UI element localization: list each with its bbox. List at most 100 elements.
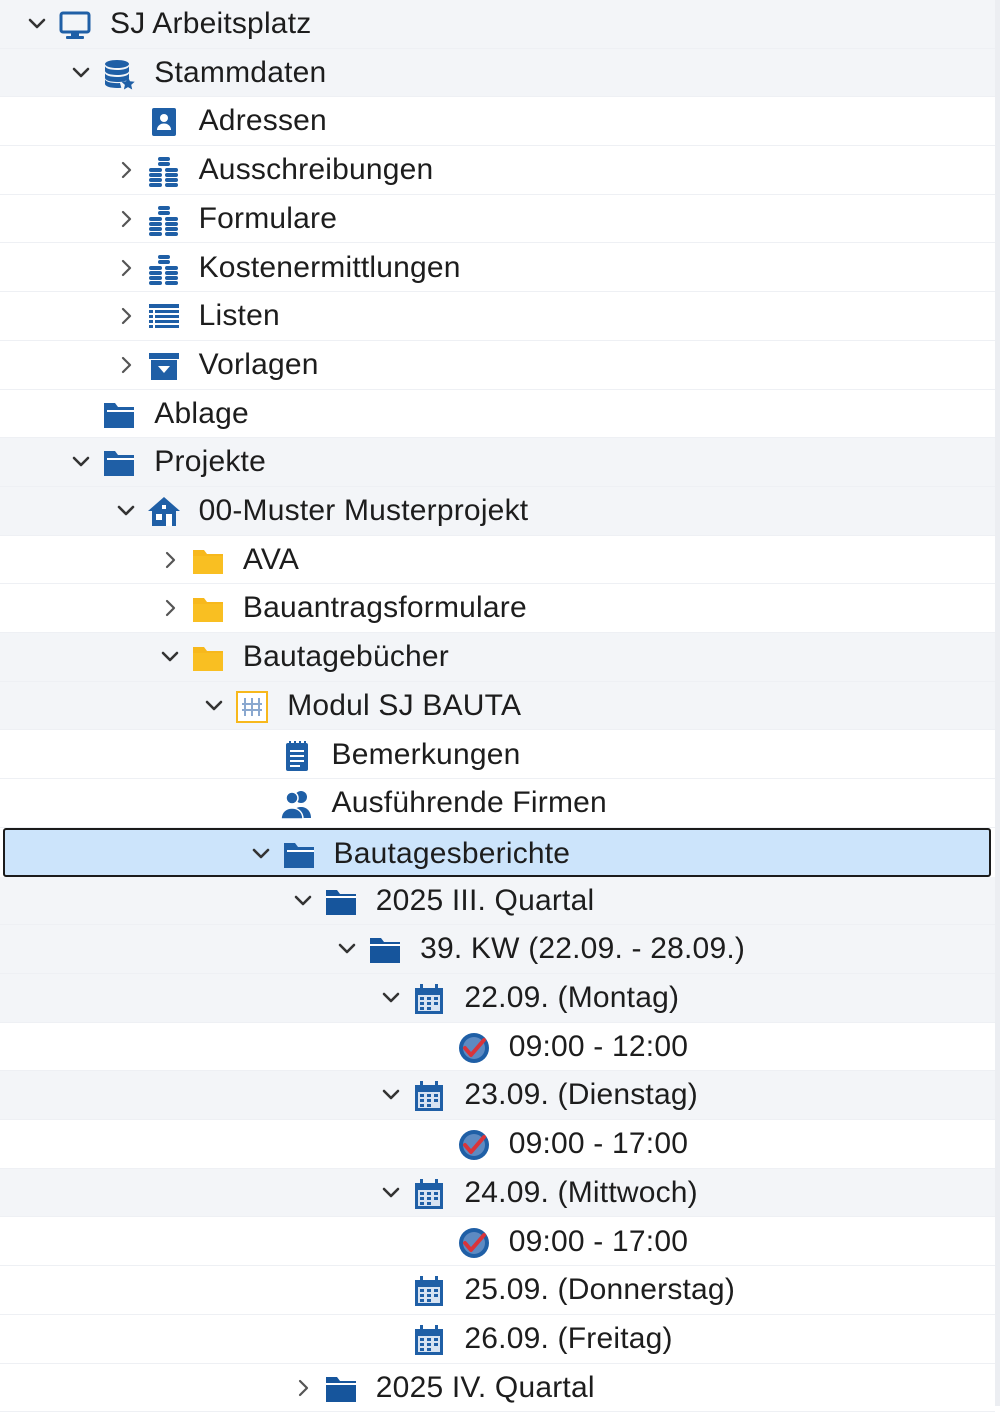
tree-row[interactable]: Ablage bbox=[0, 390, 995, 439]
calendar-icon bbox=[412, 1274, 446, 1308]
address-book-icon bbox=[147, 105, 181, 139]
database-icon bbox=[102, 57, 136, 91]
tree-item-label: Listen bbox=[198, 299, 280, 333]
tree-item-label: Ausschreibungen bbox=[198, 153, 434, 187]
tree-item-label: 26.09. (Freitag) bbox=[464, 1321, 673, 1355]
tree-item-label: 25.09. (Donnerstag) bbox=[464, 1273, 736, 1307]
chevron-down-icon[interactable] bbox=[68, 448, 94, 476]
chevron-right-icon[interactable] bbox=[157, 594, 183, 622]
tree-item-label: Bemerkungen bbox=[331, 737, 521, 771]
template-box-icon bbox=[147, 349, 181, 383]
check-clock-icon bbox=[457, 1226, 491, 1260]
folder-yellow-icon bbox=[191, 544, 225, 578]
tree-row[interactable]: Listen bbox=[0, 292, 995, 341]
notes-icon bbox=[280, 739, 314, 773]
tree-row[interactable]: 25.09. (Donnerstag) bbox=[0, 1266, 995, 1315]
tree-row[interactable]: 09:00 - 17:00 bbox=[0, 1120, 995, 1169]
tree-row[interactable]: Ausführende Firmen bbox=[0, 779, 995, 828]
tree-item-label: Vorlagen bbox=[198, 347, 319, 381]
folder-dark-icon bbox=[324, 885, 358, 919]
tree-item-label: Ablage bbox=[154, 396, 249, 430]
tree-item-label: SJ Arbeitsplatz bbox=[110, 7, 312, 40]
list-icon bbox=[147, 300, 181, 334]
tree-row[interactable]: Modul SJ BAUTA bbox=[0, 681, 995, 731]
chevron-down-icon[interactable] bbox=[24, 10, 50, 38]
coin-stack-icon bbox=[147, 154, 181, 188]
tree-item-label: Bautagesberichte bbox=[333, 836, 571, 870]
tree-row[interactable]: Kostenermittlungen bbox=[0, 244, 995, 293]
project-tree[interactable]: SJ Arbeitsplatz Stammdaten Adressen Ausschr… bbox=[0, 0, 1000, 1412]
monitor-icon bbox=[58, 8, 92, 42]
tree-item-label: 22.09. (Montag) bbox=[464, 981, 680, 1014]
calendar-icon bbox=[412, 1177, 446, 1211]
tree-item-label: Modul SJ BAUTA bbox=[287, 688, 522, 722]
check-clock-icon bbox=[457, 1031, 491, 1065]
tree-row[interactable]: Adressen bbox=[0, 97, 995, 147]
tree-item-label: Projekte bbox=[154, 445, 266, 479]
tree-row[interactable]: 24.09. (Mittwoch) bbox=[0, 1168, 995, 1218]
chevron-down-icon[interactable] bbox=[248, 840, 274, 868]
tree-row[interactable]: Ausschreibungen bbox=[0, 146, 995, 195]
chevron-right-icon[interactable] bbox=[113, 351, 139, 379]
tree-row[interactable]: SJ Arbeitsplatz bbox=[0, 0, 995, 49]
tree-item-label: Bauantragsformulare bbox=[242, 591, 527, 625]
module-icon bbox=[235, 690, 269, 724]
folder-blue-icon bbox=[102, 398, 136, 432]
folder-dark-icon bbox=[368, 933, 402, 967]
tree-row[interactable]: 00-Muster Musterprojekt bbox=[0, 487, 995, 536]
calendar-icon bbox=[412, 982, 446, 1016]
tree-row[interactable]: Bemerkungen bbox=[0, 731, 995, 780]
tree-row[interactable]: 23.09. (Dienstag) bbox=[0, 1071, 995, 1121]
coin-stack-icon bbox=[147, 203, 181, 237]
people-icon bbox=[279, 787, 314, 821]
chevron-right-icon[interactable] bbox=[290, 1374, 316, 1402]
calendar-icon bbox=[412, 1323, 446, 1357]
tree-item-label: 09:00 - 12:00 bbox=[508, 1029, 689, 1063]
chevron-down-icon[interactable] bbox=[201, 692, 227, 720]
tree-row[interactable]: 26.09. (Freitag) bbox=[0, 1315, 995, 1364]
tree-row[interactable]: 09:00 - 12:00 bbox=[0, 1023, 995, 1072]
folder-dark-icon bbox=[324, 1372, 358, 1406]
tree-row[interactable]: 2025 III. Quartal bbox=[0, 876, 995, 926]
tree-item-label: 24.09. (Mittwoch) bbox=[464, 1175, 698, 1209]
tree-row[interactable]: 22.09. (Montag) bbox=[0, 974, 995, 1023]
folder-blue-icon bbox=[282, 838, 316, 872]
chevron-right-icon[interactable] bbox=[113, 302, 139, 330]
chevron-down-icon[interactable] bbox=[378, 1081, 404, 1109]
tree-row[interactable]: 09:00 - 17:00 bbox=[0, 1218, 995, 1267]
tree-item-label: Formulare bbox=[198, 201, 338, 235]
tree-row[interactable]: Bautagebücher bbox=[0, 633, 995, 682]
tree-row[interactable]: Bauantragsformulare bbox=[0, 584, 995, 634]
tree-row[interactable]: Vorlagen bbox=[0, 341, 995, 390]
chevron-down-icon[interactable] bbox=[157, 643, 183, 671]
tree-row[interactable]: Bautagesberichte bbox=[3, 827, 991, 877]
tree-row[interactable]: Formulare bbox=[0, 195, 995, 244]
tree-item-label: Ausführende Firmen bbox=[331, 786, 607, 820]
tree-row[interactable]: AVA bbox=[0, 536, 995, 585]
tree-item-label: Bautagebücher bbox=[242, 640, 449, 674]
chevron-down-icon[interactable] bbox=[113, 497, 139, 525]
tree-item-label: 2025 IV. Quartal bbox=[375, 1370, 595, 1404]
tree-item-label: 39. KW (22.09. - 28.09.) bbox=[420, 932, 746, 966]
chevron-right-icon[interactable] bbox=[113, 156, 139, 184]
chevron-right-icon[interactable] bbox=[113, 205, 139, 233]
tree-item-label: 00-Muster Musterprojekt bbox=[198, 494, 529, 527]
tree-item-label: AVA bbox=[242, 542, 300, 576]
house-icon bbox=[147, 495, 181, 529]
coin-stack-icon bbox=[147, 252, 181, 286]
tree-item-label: Adressen bbox=[198, 104, 327, 138]
chevron-down-icon[interactable] bbox=[334, 935, 360, 963]
tree-item-label: 23.09. (Dienstag) bbox=[464, 1078, 698, 1112]
chevron-down-icon[interactable] bbox=[290, 887, 316, 915]
tree-row[interactable]: Stammdaten bbox=[0, 48, 995, 98]
calendar-icon bbox=[412, 1079, 446, 1113]
chevron-right-icon[interactable] bbox=[113, 254, 139, 282]
chevron-down-icon[interactable] bbox=[378, 1179, 404, 1207]
tree-row[interactable]: Projekte bbox=[0, 438, 995, 487]
chevron-down-icon[interactable] bbox=[378, 984, 404, 1012]
chevron-down-icon[interactable] bbox=[68, 59, 94, 87]
tree-item-label: Kostenermittlungen bbox=[198, 250, 461, 284]
chevron-right-icon[interactable] bbox=[157, 546, 183, 574]
tree-row[interactable]: 39. KW (22.09. - 28.09.) bbox=[0, 925, 995, 974]
tree-row[interactable]: 2025 IV. Quartal bbox=[0, 1364, 995, 1412]
